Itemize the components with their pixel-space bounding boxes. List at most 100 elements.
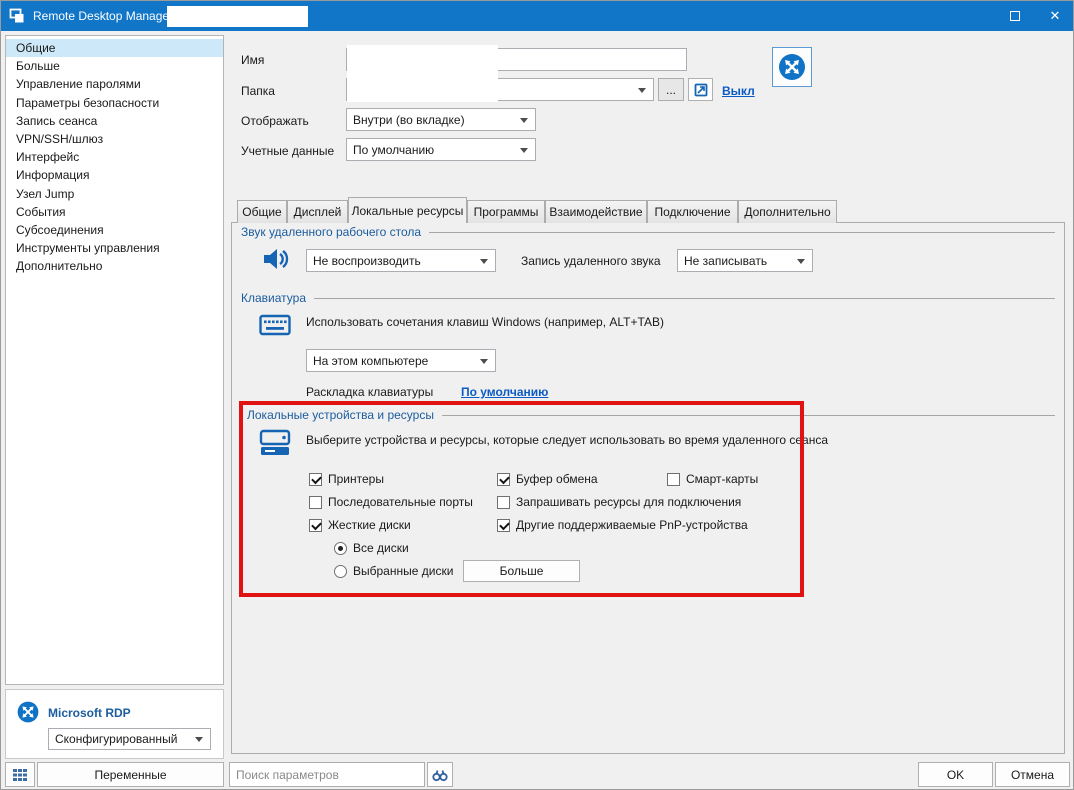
credentials-label: Учетные данные [241, 144, 335, 158]
tab-connection[interactable]: Подключение [647, 200, 738, 223]
configuration-state-dropdown[interactable]: Сконфигурированный [48, 728, 211, 750]
sidebar-item-jump-host[interactable]: Узел Jump [6, 185, 223, 203]
display-dropdown[interactable]: Внутри (во вкладке) [346, 108, 536, 131]
sound-record-label: Запись удаленного звука [521, 254, 661, 268]
open-folder-window-button[interactable] [688, 78, 713, 101]
checkbox-label: Последовательные порты [328, 495, 473, 509]
checkbox-icon [497, 518, 510, 532]
more-disks-button[interactable]: Больше [463, 560, 580, 582]
sidebar-item-label: Узел Jump [16, 186, 75, 201]
search-parameters-input[interactable] [229, 762, 425, 787]
checkbox-icon [309, 472, 322, 486]
chevron-down-icon [638, 87, 646, 93]
sidebar-item-advanced[interactable]: Дополнительно [6, 257, 223, 275]
sidebar-item-information[interactable]: Информация [6, 166, 223, 184]
sidebar-item-vpn-ssh-gateway[interactable]: VPN/SSH/шлюз [6, 130, 223, 148]
keyboard-layout-label: Раскладка клавиатуры [306, 385, 434, 399]
cancel-button[interactable]: Отмена [995, 762, 1070, 787]
connection-type-panel: Microsoft RDP Сконфигурированный [5, 689, 224, 759]
window-title: Remote Desktop Manager - [33, 9, 181, 23]
tab-local-resources[interactable]: Локальные ресурсы [348, 197, 467, 223]
checkbox-pnp-devices[interactable]: Другие поддерживаемые PnP-устройства [497, 518, 748, 532]
sidebar-item-label: Интерфейс [16, 150, 80, 165]
sidebar-item-more[interactable]: Больше [6, 57, 223, 75]
devices-description: Выберите устройства и ресурсы, которые с… [306, 433, 829, 447]
close-button[interactable]: ✕ [1035, 1, 1073, 31]
sidebar-item-security-settings[interactable]: Параметры безопасности [6, 94, 223, 112]
maximize-button[interactable] [995, 1, 1035, 31]
remote-desktop-manager-window: Remote Desktop Manager - ✕ Общие Больше … [0, 0, 1074, 790]
checkbox-label: Другие поддерживаемые PnP-устройства [516, 518, 748, 532]
sidebar-item-interface[interactable]: Интерфейс [6, 148, 223, 166]
folder-label: Папка [241, 84, 275, 98]
credentials-value: По умолчанию [353, 142, 435, 157]
checkbox-hard-disks[interactable]: Жесткие диски [309, 518, 411, 532]
keyboard-apply-value: На этом компьютере [313, 353, 429, 368]
devices-group-header: Локальные устройства и ресурсы [247, 408, 1055, 422]
folder-browse-button[interactable]: ... [658, 78, 684, 101]
sound-playback-dropdown[interactable]: Не воспроизводить [306, 249, 496, 272]
chevron-down-icon [195, 737, 203, 742]
checkbox-label: Буфер обмена [516, 472, 598, 486]
sidebar-item-subconnections[interactable]: Субсоединения [6, 221, 223, 239]
chevron-down-icon [480, 358, 488, 364]
chevron-down-icon [520, 117, 528, 123]
maximize-icon [1010, 11, 1020, 21]
keyboard-apply-dropdown[interactable]: На этом компьютере [306, 349, 496, 372]
settings-section-list: Общие Больше Управление паролями Парамет… [5, 35, 224, 685]
configuration-state-value: Сконфигурированный [55, 732, 178, 746]
credentials-dropdown[interactable]: По умолчанию [346, 138, 536, 161]
keyboard-layout-link[interactable]: По умолчанию [461, 385, 548, 399]
checkbox-label: Смарт-карты [686, 472, 759, 486]
checkbox-prompt-resources[interactable]: Запрашивать ресурсы для подключения [497, 495, 741, 509]
sidebar-item-label: Больше [16, 59, 60, 74]
sidebar-item-session-recording[interactable]: Запись сеанса [6, 112, 223, 130]
checkbox-icon [497, 495, 510, 509]
connection-type-button[interactable] [772, 47, 812, 87]
tab-advanced[interactable]: Дополнительно [738, 200, 837, 223]
keyboard-group-title: Клавиатура [241, 291, 306, 305]
radio-icon [334, 541, 347, 555]
chevron-down-icon [520, 147, 528, 153]
radio-label: Выбранные диски [353, 564, 454, 578]
sidebar-item-password-management[interactable]: Управление паролями [6, 75, 223, 93]
ok-button[interactable]: OK [918, 762, 993, 787]
sound-group-title: Звук удаленного рабочего стола [241, 225, 422, 239]
sidebar-item-label: Управление паролями [16, 77, 141, 92]
tab-interaction[interactable]: Взаимодействие [545, 200, 647, 223]
sound-group-header: Звук удаленного рабочего стола [241, 225, 1055, 239]
variables-button[interactable]: Переменные [37, 762, 224, 787]
checkbox-printers[interactable]: Принтеры [309, 472, 384, 486]
radio-selected-disks[interactable]: Выбранные диски [334, 564, 453, 578]
rdp-icon [779, 54, 805, 80]
tab-programs[interactable]: Программы [467, 200, 545, 223]
sidebar-item-general[interactable]: Общие [6, 39, 223, 58]
checkbox-label: Жесткие диски [328, 518, 411, 532]
sound-record-value: Не записывать [684, 253, 768, 268]
radio-all-disks[interactable]: Все диски [334, 541, 409, 555]
tab-general[interactable]: Общие [237, 200, 287, 223]
rdp-icon [17, 701, 39, 723]
speaker-icon [264, 249, 289, 269]
off-link[interactable]: Выкл [722, 84, 755, 98]
checkbox-icon [309, 495, 322, 509]
tab-display[interactable]: Дисплей [287, 200, 348, 223]
grid-icon [13, 768, 27, 781]
keyboard-shortcut-text: Использовать сочетания клавиш Windows (н… [306, 315, 664, 329]
keyboard-icon [259, 314, 291, 336]
checkbox-serial-ports[interactable]: Последовательные порты [309, 495, 473, 509]
display-value: Внутри (во вкладке) [353, 112, 465, 127]
name-label: Имя [241, 53, 265, 67]
group-divider [441, 414, 1055, 416]
checkbox-clipboard[interactable]: Буфер обмена [497, 472, 598, 486]
search-button[interactable] [427, 762, 453, 787]
local-devices-icon [259, 429, 291, 455]
radio-label: Все диски [353, 541, 409, 555]
checkbox-smartcards[interactable]: Смарт-карты [667, 472, 758, 486]
sidebar-item-events[interactable]: События [6, 203, 223, 221]
sidebar-item-label: VPN/SSH/шлюз [16, 132, 104, 147]
sidebar-item-management-tools[interactable]: Инструменты управления [6, 239, 223, 257]
sound-record-dropdown[interactable]: Не записывать [677, 249, 813, 272]
variables-grid-button[interactable] [5, 762, 35, 787]
sidebar-item-label: Дополнительно [16, 259, 103, 274]
